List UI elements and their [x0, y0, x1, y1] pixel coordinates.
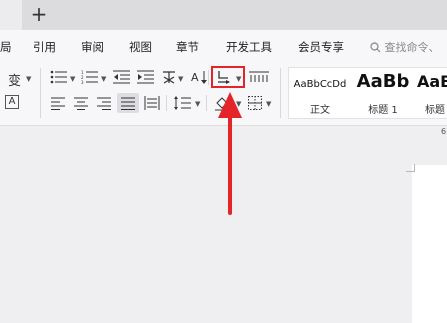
annotation-arrow — [218, 92, 242, 215]
